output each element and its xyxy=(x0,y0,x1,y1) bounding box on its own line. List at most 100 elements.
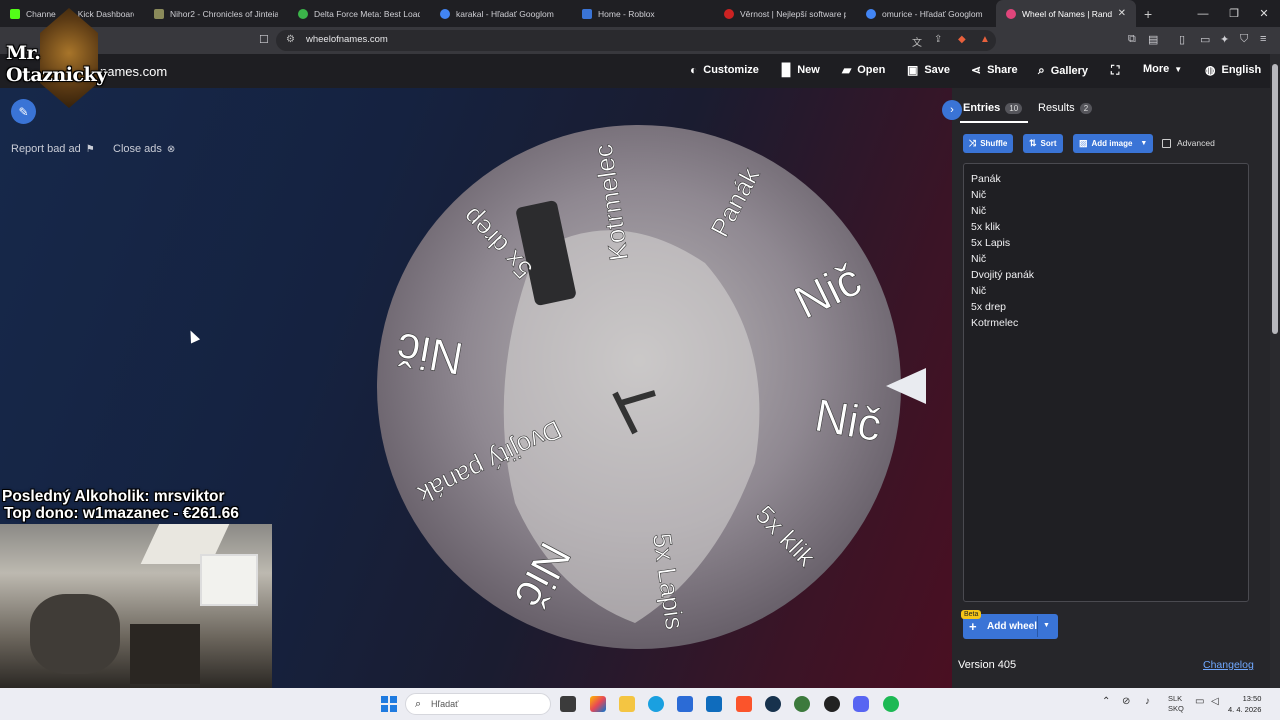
new-button[interactable]: ▉ New xyxy=(782,63,820,77)
language-button[interactable]: ◍ English xyxy=(1205,63,1261,77)
changelog-link[interactable]: Changelog xyxy=(1203,659,1254,671)
close-tab-icon[interactable]: ✕ xyxy=(1118,8,1126,19)
restore-icon[interactable]: ❐ xyxy=(1218,0,1250,27)
tab-roblox[interactable]: Home - Roblox xyxy=(572,0,714,27)
task-view-icon[interactable] xyxy=(560,696,576,712)
chevron-down-icon[interactable]: ▼ xyxy=(1043,622,1050,629)
translate-icon[interactable]: 文 xyxy=(912,34,922,49)
gallery-button[interactable]: ⌕ Gallery xyxy=(1038,63,1088,78)
minimize-icon[interactable]: — xyxy=(1187,0,1219,27)
shuffle-icon: ⤨ xyxy=(969,138,977,148)
share-icon[interactable]: ⇪ xyxy=(934,34,942,45)
tab-vernost[interactable]: Věrnost | Nejlepší software pro xyxy=(714,0,856,27)
collapse-panel-button[interactable]: › xyxy=(942,100,962,120)
brave-icon[interactable] xyxy=(736,696,752,712)
network-off-icon[interactable]: ⊘ xyxy=(1122,696,1130,707)
tab-title: Nihor2 - Chronicles of Jinteia xyxy=(170,8,278,19)
extensions-icon[interactable]: ⧉ xyxy=(1128,33,1136,46)
volume-icon[interactable]: ◁ xyxy=(1211,696,1219,707)
add-image-button[interactable]: ▨ Add image ▼ xyxy=(1073,134,1154,153)
tab-delta-force[interactable]: Delta Force Meta: Best Loadouts xyxy=(288,0,430,27)
edge-icon[interactable] xyxy=(648,696,664,712)
steam-icon[interactable] xyxy=(765,696,781,712)
entry-line: Kotrmelec xyxy=(971,317,1019,329)
tab-entries[interactable]: Entries 10 xyxy=(963,102,1023,114)
entries-textarea[interactable]: Panák Nič Nič 5x klik 5x Lapis Nič Dvoji… xyxy=(963,163,1249,602)
share-button[interactable]: ⋖ Share xyxy=(971,63,1018,77)
report-ad-link[interactable]: Report bad ad ⚑ xyxy=(11,143,95,155)
customize-button[interactable]: ◐ Customize xyxy=(690,63,759,77)
advanced-checkbox[interactable] xyxy=(1162,138,1171,148)
new-tab-icon[interactable]: + xyxy=(1144,6,1152,22)
site-info-icon[interactable]: ⚙ xyxy=(286,34,295,45)
nav-label: Save xyxy=(924,64,951,76)
version-text: Version 405 xyxy=(958,659,1017,671)
folder-icon: ▰ xyxy=(842,63,852,77)
save-button[interactable]: ▣ Save xyxy=(907,63,950,77)
media-icon[interactable]: ▤ xyxy=(1148,33,1158,46)
entry-line: 5x Lapis xyxy=(971,237,1011,249)
close-circle-icon: ⊗ xyxy=(166,143,176,155)
tray-chevron-icon[interactable]: ⌃ xyxy=(1102,696,1110,707)
gpu-app-icon[interactable] xyxy=(794,696,810,712)
spotify-icon[interactable] xyxy=(883,696,899,712)
page-scrollbar[interactable] xyxy=(1270,54,1280,688)
discord-icon[interactable] xyxy=(853,696,869,712)
tab-google-karakal[interactable]: karakal - Hľadať Googlom xyxy=(430,0,572,27)
tab-results[interactable]: Results 2 xyxy=(1038,102,1093,114)
google-icon xyxy=(866,8,876,19)
menu-icon[interactable]: ≡ xyxy=(1260,33,1266,45)
chevron-down-icon: ▼ xyxy=(1140,140,1148,147)
url-field[interactable]: ⚙ wheelofnames.com 文 ⇪ ◆ ▲ xyxy=(276,30,996,51)
advanced-label: Advanced xyxy=(1177,138,1215,148)
open-button[interactable]: ▰ Open xyxy=(842,63,885,77)
logo-name: Mr. Otaznicky xyxy=(6,42,107,86)
search-icon: ⌕ xyxy=(1038,63,1045,77)
display-icon[interactable]: ▭ xyxy=(1195,696,1204,707)
scrollbar-thumb[interactable] xyxy=(1272,64,1278,334)
outlook-icon[interactable] xyxy=(706,696,722,712)
tab-wheel-of-names[interactable]: Wheel of Names | Random ✕ xyxy=(996,0,1136,27)
tab-google-omurice[interactable]: omurice - Hľadať Googlom xyxy=(856,0,996,27)
tab-title: Wheel of Names | Random xyxy=(1022,8,1112,19)
bookmark-icon[interactable]: ☐ xyxy=(259,33,269,46)
obs-icon[interactable] xyxy=(824,696,840,712)
entries-count-badge: 10 xyxy=(1005,102,1023,114)
copilot-icon[interactable] xyxy=(590,696,606,712)
more-button[interactable]: More ▼ xyxy=(1143,63,1182,75)
browser-tab-strip: Channel Kick Dashboard Nihor2 - Chronicl… xyxy=(0,0,1280,27)
taskbar-search[interactable]: ⌕ Hľadať xyxy=(405,693,551,715)
google-icon xyxy=(440,8,450,19)
flag-icon: ⚑ xyxy=(85,143,95,155)
wallet-icon[interactable]: ▭ xyxy=(1200,33,1210,46)
close-window-icon[interactable]: ✕ xyxy=(1248,0,1280,27)
tab-title: omurice - Hľadať Googlom xyxy=(882,8,983,19)
tab-title: Home - Roblox xyxy=(598,8,655,19)
start-icon[interactable] xyxy=(381,696,397,712)
tab-nihor[interactable]: Nihor2 - Chronicles of Jinteia xyxy=(144,0,288,27)
webcam-feed xyxy=(0,524,272,688)
leo-icon[interactable]: ✦ xyxy=(1220,33,1229,46)
clock-time: 13:50 xyxy=(1242,694,1262,703)
store-icon[interactable] xyxy=(677,696,693,712)
fullscreen-button[interactable]: ⛶ xyxy=(1111,63,1125,78)
rewards-icon[interactable]: ▲ xyxy=(980,34,990,45)
file-explorer-icon[interactable] xyxy=(619,696,635,712)
sort-button[interactable]: ⇅ Sort xyxy=(1023,134,1063,153)
wheel[interactable]: PanákNičNič5x klik5x LapisNičDvojitý pan… xyxy=(375,123,903,651)
clock-date: 4. 4. 2026 xyxy=(1228,705,1262,714)
close-ads-link[interactable]: Close ads ⊗ xyxy=(113,143,175,155)
clock[interactable]: 13:50 4. 4. 2026 xyxy=(1228,693,1261,715)
advanced-toggle[interactable]: Advanced xyxy=(1162,138,1215,148)
report-ad-label: Report bad ad xyxy=(11,143,81,155)
results-count-badge: 2 xyxy=(1079,102,1093,114)
shuffle-button[interactable]: ⤨ Shuffle xyxy=(963,134,1014,153)
nav-label: New xyxy=(797,64,820,76)
microphone-icon[interactable]: ♪ xyxy=(1145,696,1150,707)
language-indicator[interactable]: SLK SKQ xyxy=(1168,694,1184,714)
vpn-icon[interactable]: ⛉ xyxy=(1240,33,1248,46)
brave-shield-icon[interactable]: ◆ xyxy=(958,34,966,45)
url-text: wheelofnames.com xyxy=(306,34,388,45)
sidebar-icon[interactable]: ▯ xyxy=(1179,33,1185,46)
search-placeholder: Hľadať xyxy=(431,699,459,709)
